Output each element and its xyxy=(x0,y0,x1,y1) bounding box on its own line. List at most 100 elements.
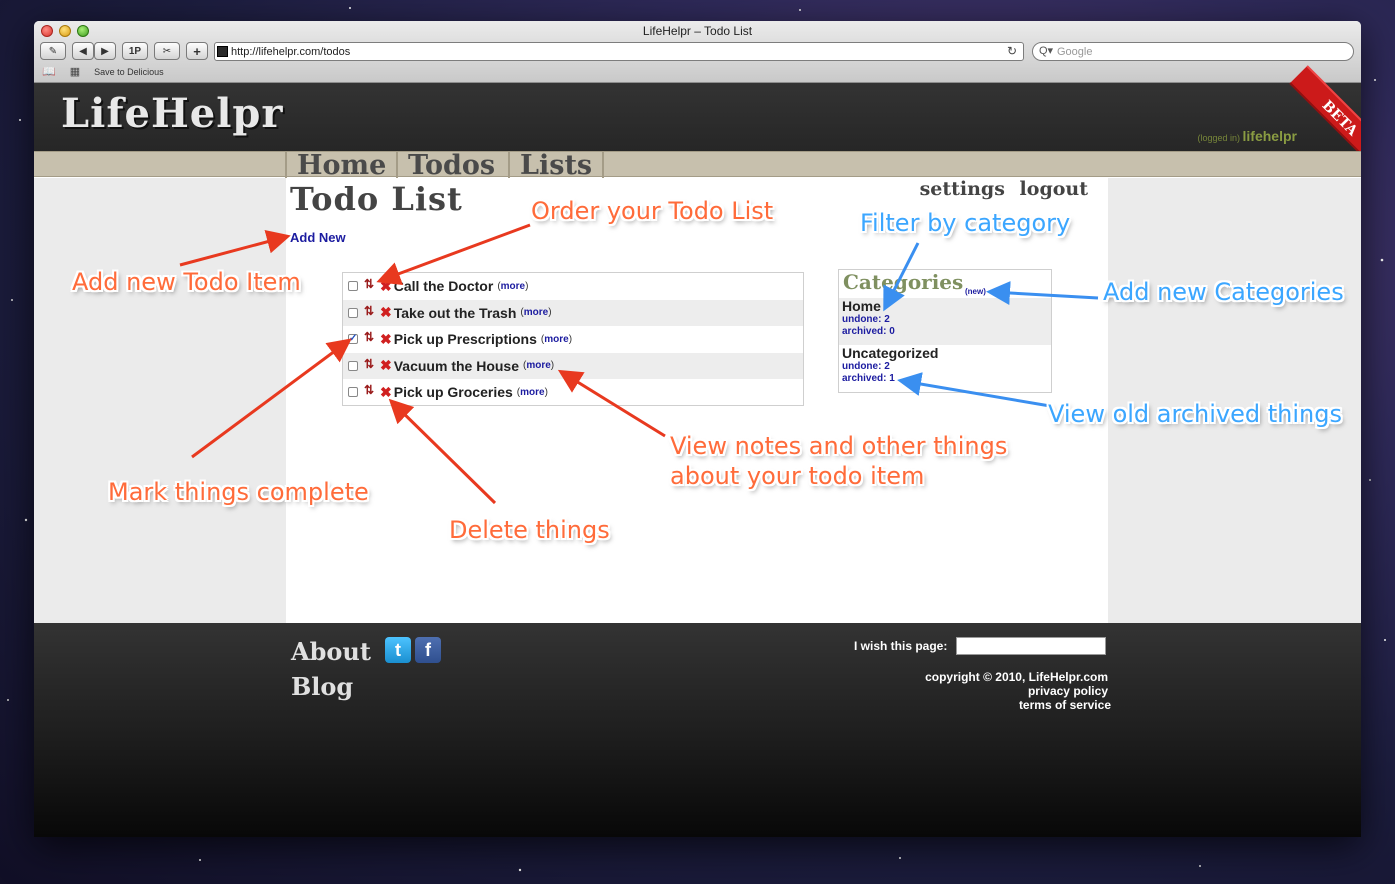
todo-item: ⇅ ✖ Take out the Trash (more) xyxy=(343,299,803,326)
todo-item: ⇅ ✖ Pick up Groceries (more) xyxy=(343,379,803,406)
username-link[interactable]: lifehelpr xyxy=(1243,128,1297,144)
reorder-arrows-icon[interactable]: ⇅ xyxy=(364,277,378,291)
todo-checkbox[interactable] xyxy=(348,360,358,371)
category-archived-link[interactable]: archived: 0 xyxy=(842,326,1051,338)
wish-input[interactable] xyxy=(956,637,1106,655)
reload-icon[interactable]: ↻ xyxy=(1007,44,1017,58)
todo-text: Vacuum the House xyxy=(393,357,519,374)
todo-text: Take out the Trash xyxy=(393,304,517,321)
nav-lists[interactable]: Lists xyxy=(508,152,605,180)
about-link[interactable]: About xyxy=(291,637,371,666)
category-undone-link[interactable]: undone: 2 xyxy=(842,361,1051,373)
todo-more-link[interactable]: (more) xyxy=(517,387,548,398)
new-category-link[interactable]: (new) xyxy=(965,287,986,296)
logged-in-status: (logged in) lifehelpr xyxy=(1197,128,1297,144)
address-bar[interactable]: http://lifehelpr.com/todos ↻ xyxy=(214,42,1024,61)
main-content: Todo List settings logout Add New ⇅ ✖ Ca… xyxy=(286,178,1108,623)
search-icon: Q▾ xyxy=(1039,45,1054,57)
category-name[interactable]: Home xyxy=(842,298,1051,314)
nav-todos[interactable]: Todos xyxy=(396,152,505,180)
wish-label: I wish this page: xyxy=(854,639,948,653)
bookmarks-bar: 📖 ▦ Save to Delicious xyxy=(42,65,164,78)
annotation-mark-complete: Mark things complete xyxy=(108,478,369,506)
scissors-icon: ✂ xyxy=(162,45,172,57)
left-gutter xyxy=(34,178,286,623)
todo-text: Pick up Prescriptions xyxy=(393,331,537,348)
privacy-policy-link[interactable]: privacy policy xyxy=(925,684,1108,698)
bookmark-save-to-delicious[interactable]: Save to Delicious xyxy=(94,67,164,77)
category-home[interactable]: Home undone: 2 archived: 0 xyxy=(839,298,1051,345)
category-name[interactable]: Uncategorized xyxy=(842,345,1051,361)
todo-item: ⇅ ✖ Vacuum the House (more) xyxy=(343,352,803,379)
categories-panel: Categories (new) Home undone: 2 archived… xyxy=(838,269,1052,393)
annotation-view-archived: View old archived things xyxy=(1048,400,1342,428)
todo-checkbox[interactable] xyxy=(348,387,358,398)
annotation-add-categories: Add new Categories xyxy=(1103,278,1344,306)
page-title: Todo List xyxy=(290,180,463,218)
todo-checkbox-checked[interactable]: ✓ xyxy=(348,334,358,345)
todo-checkbox[interactable] xyxy=(348,281,358,292)
delete-x-icon[interactable]: ✖ xyxy=(380,304,392,321)
annotation-order: Order your Todo List xyxy=(531,197,774,225)
todo-text: Call the Doctor xyxy=(393,278,494,295)
back-button[interactable]: ◀ xyxy=(72,42,94,60)
logged-in-label: (logged in) xyxy=(1197,133,1241,143)
todo-more-link[interactable]: (more) xyxy=(520,307,551,318)
window-title: LifeHelpr – Todo List xyxy=(642,24,753,38)
reorder-arrows-icon[interactable]: ⇅ xyxy=(364,330,378,344)
evernote-icon: ✎ xyxy=(48,45,58,57)
delete-x-icon[interactable]: ✖ xyxy=(380,331,392,348)
delete-x-icon[interactable]: ✖ xyxy=(380,357,392,374)
categories-heading: Categories xyxy=(843,270,964,294)
settings-link[interactable]: settings xyxy=(920,178,1005,200)
reorder-arrows-icon[interactable]: ⇅ xyxy=(364,357,378,371)
search-field[interactable]: Q▾ Google xyxy=(1032,42,1354,61)
reorder-arrows-icon[interactable]: ⇅ xyxy=(364,304,378,318)
main-nav: Home Todos Lists xyxy=(34,151,1361,180)
forward-button[interactable]: ▶ xyxy=(94,42,116,60)
evernote-button[interactable]: ✎ xyxy=(40,42,66,60)
grid-icon[interactable]: ▦ xyxy=(70,65,80,78)
account-links: settings logout xyxy=(912,178,1088,200)
delete-x-icon[interactable]: ✖ xyxy=(380,384,392,401)
logout-link[interactable]: logout xyxy=(1020,178,1088,200)
footer-legal: copyright © 2010, LifeHelpr.com privacy … xyxy=(925,670,1111,712)
blog-link[interactable]: Blog xyxy=(291,672,353,701)
copyright-text: copyright © 2010, LifeHelpr.com xyxy=(925,670,1108,684)
book-icon[interactable]: 📖 xyxy=(42,65,56,78)
todo-more-link[interactable]: (more) xyxy=(541,334,572,345)
url-text: http://lifehelpr.com/todos xyxy=(231,45,351,58)
todo-checkbox[interactable] xyxy=(348,307,358,318)
add-new-todo-link[interactable]: Add New xyxy=(290,230,346,245)
todo-text: Pick up Groceries xyxy=(393,384,513,401)
nav-home[interactable]: Home xyxy=(285,152,396,180)
annotation-view-notes-line1: View notes and other things xyxy=(670,432,1008,460)
site-header: LifeHelpr (logged in) lifehelpr BETA xyxy=(34,65,1361,169)
reorder-arrows-icon[interactable]: ⇅ xyxy=(364,383,378,397)
annotation-view-notes-line2: about your todo item xyxy=(670,462,925,490)
back-arrow-icon: ◀ xyxy=(79,45,87,57)
site-logo[interactable]: LifeHelpr xyxy=(61,90,283,137)
favicon-icon xyxy=(217,46,228,57)
browser-window: LifeHelpr – Todo List ✎ ◀ ▶ 1P ✂ + http:… xyxy=(34,21,1361,837)
todo-item: ✓ ⇅ ✖ Pick up Prescriptions (more) xyxy=(343,326,803,353)
browser-titlebar: LifeHelpr – Todo List ✎ ◀ ▶ 1P ✂ + http:… xyxy=(34,21,1361,83)
annotation-add-item: Add new Todo Item xyxy=(72,268,301,296)
todo-list: ⇅ ✖ Call the Doctor (more) ⇅ ✖ Take out … xyxy=(342,272,804,406)
annotation-delete: Delete things xyxy=(449,516,610,544)
1password-button[interactable]: 1P xyxy=(122,42,148,60)
category-uncategorized[interactable]: Uncategorized undone: 2 archived: 1 xyxy=(839,345,1051,392)
todo-item: ⇅ ✖ Call the Doctor (more) xyxy=(343,273,803,300)
site-footer: About t f Blog I wish this page: copyrig… xyxy=(34,623,1361,837)
add-bookmark-button[interactable]: + xyxy=(186,42,208,60)
category-undone-link[interactable]: undone: 2 xyxy=(842,314,1051,326)
facebook-icon[interactable]: f xyxy=(415,637,441,663)
forward-arrow-icon: ▶ xyxy=(101,45,109,57)
delete-x-icon[interactable]: ✖ xyxy=(380,278,392,295)
todo-more-link[interactable]: (more) xyxy=(523,360,554,371)
snippet-button[interactable]: ✂ xyxy=(154,42,180,60)
twitter-icon[interactable]: t xyxy=(385,637,411,663)
category-archived-link[interactable]: archived: 1 xyxy=(842,373,1051,385)
todo-more-link[interactable]: (more) xyxy=(497,281,528,292)
terms-of-service-link[interactable]: terms of service xyxy=(925,698,1111,712)
